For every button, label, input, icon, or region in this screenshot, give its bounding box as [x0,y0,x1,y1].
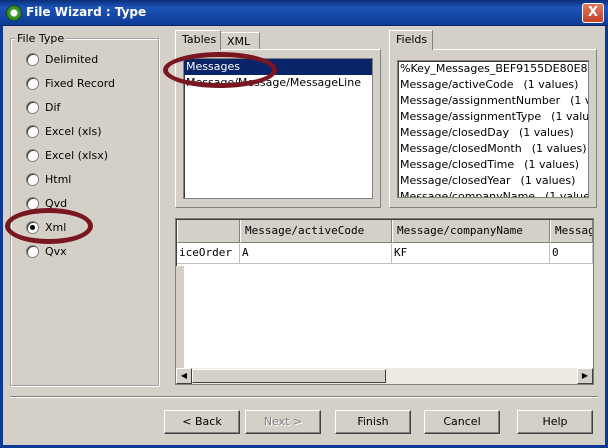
close-button[interactable]: X [582,3,604,23]
field-count: (1 values) [545,190,589,198]
field-name: Message/closedYear [400,174,511,187]
radio-option[interactable]: Excel (xlsx) [26,147,108,163]
field-name: Message/activeCode [400,78,514,91]
fields-list[interactable]: %Key_Messages_BEF9155DE80E8B7 Message/act… [397,60,589,198]
list-item[interactable]: Message/assignmentType (1 values) [398,109,588,125]
next-button[interactable]: Next > [245,410,321,434]
app-icon [6,5,22,21]
radio-option[interactable]: Qvx [26,243,67,259]
window-title: File Wizard : Type [26,5,147,19]
field-count: (1 values) [531,142,587,155]
highlight-circle-messages [163,52,277,88]
radio-label: Excel (xlsx) [45,148,109,162]
table-cell[interactable]: 0 [550,244,593,264]
table-cell[interactable]: A [240,244,392,264]
radio-option[interactable]: Excel (xls) [26,123,102,139]
file-type-label: File Type [15,32,67,45]
radio-button[interactable] [26,52,39,66]
field-count: (1 values) [524,158,580,171]
finish-button[interactable]: Finish [335,410,411,434]
radio-label: Dif [45,100,61,114]
field-name: Message/closedDay [400,126,509,139]
field-count: (1 values) [518,126,574,139]
field-count: (1 values) [520,174,576,187]
column-header[interactable]: Message/companyName [392,220,550,243]
list-item[interactable]: Message/closedYear (1 values) [398,173,588,189]
radio-button[interactable] [26,244,39,258]
highlight-circle-xml [5,208,93,244]
field-count: (1 values) [523,78,579,91]
scroll-left-icon[interactable]: ◀ [176,368,192,384]
radio-label: Html [45,172,72,186]
radio-label: Excel (xls) [45,124,102,138]
list-item[interactable]: Message/closedMonth (1 values) [398,141,588,157]
cancel-button[interactable]: Cancel [424,410,500,434]
radio-button[interactable] [26,124,39,138]
list-item[interactable]: Message/activeCode (1 values) [398,77,588,93]
list-item[interactable]: Message/closedDay (1 values) [398,125,588,141]
field-name: Message/assignmentNumber [400,94,561,107]
column-header[interactable] [177,220,240,243]
field-count: (1 values) [570,94,588,107]
tab-fields-label: Fields [396,33,428,46]
list-item[interactable]: %Key_Messages_BEF9155DE80E8B7 [398,61,588,77]
next-button-label: Next > [263,415,303,428]
radio-label: Fixed Record [45,76,116,90]
back-button[interactable]: < Back [164,410,240,434]
finish-button-label: Finish [357,415,389,428]
tab-xml-label: XML [227,35,251,48]
list-item[interactable]: Message/closedTime (1 values) [398,157,588,173]
tab-tables[interactable]: Tables [175,30,221,50]
list-item[interactable]: Message/companyName (1 values) [398,189,589,198]
field-name: Message/closedMonth [400,142,522,155]
scroll-right-icon[interactable]: ▶ [577,368,593,384]
radio-option[interactable]: Fixed Record [26,75,115,91]
back-button-label: < Back [182,415,222,428]
radio-button[interactable] [26,76,39,90]
radio-option[interactable]: Dif [26,99,60,115]
radio-option[interactable]: Html [26,171,71,187]
help-button-label: Help [542,415,568,428]
button-separator [10,396,598,398]
radio-option[interactable]: Delimited [26,51,98,67]
radio-button[interactable] [26,172,39,186]
row-header-strip [176,266,184,368]
radio-label: Delimited [45,52,99,66]
radio-button[interactable] [26,148,39,162]
radio-button[interactable] [26,196,39,210]
table-cell[interactable]: iceOrder [177,244,240,264]
field-count: (1 values) [551,110,589,123]
help-button[interactable]: Help [517,410,593,434]
tab-fields[interactable]: Fields [389,30,433,50]
table-cell[interactable]: KF [392,244,550,264]
radio-button[interactable] [26,100,39,114]
radio-label: Qvx [45,244,67,258]
column-header[interactable]: Message/activeCode [240,220,392,243]
scroll-thumb[interactable] [192,369,386,383]
list-item[interactable]: Message/assignmentNumber (1 values) [398,93,588,109]
column-header[interactable]: Message [550,220,593,243]
field-name: Message/closedTime [400,158,515,171]
tab-tables-label: Tables [182,33,217,46]
field-name: Message/companyName [400,190,536,198]
cancel-button-label: Cancel [443,415,481,428]
field-name: Message/assignmentType [400,110,542,123]
field-name: %Key_Messages_BEF9155DE80E8B7 [400,62,589,75]
tab-xml[interactable]: XML [220,32,260,50]
